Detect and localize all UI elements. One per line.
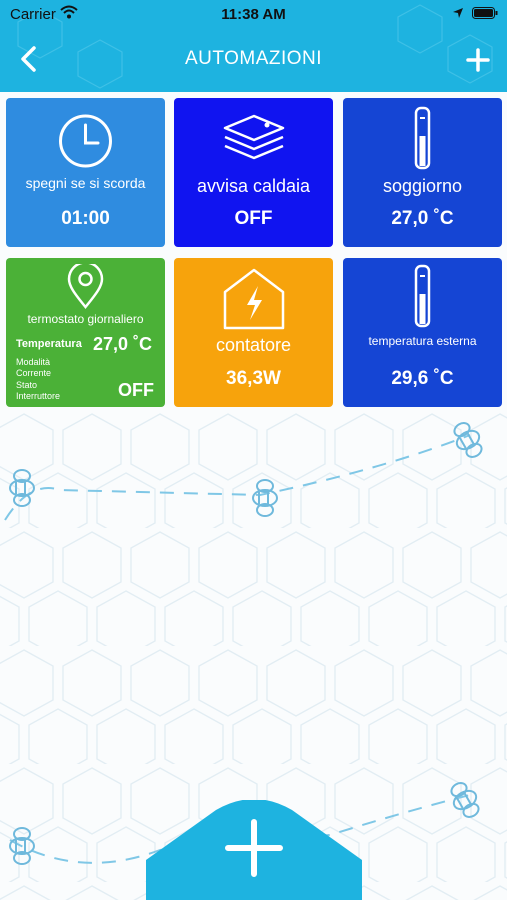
mode-label: Modalità Corrente [16,357,52,378]
switch-label: Stato Interruttore [16,380,61,401]
tile-value: OFF [234,208,273,229]
clock-icon [59,114,112,168]
automation-tile-caldaia[interactable]: avvisa caldaia OFF [174,98,333,247]
automation-tile-esterna[interactable]: temperatura esterna 29,6 ˚C [343,258,502,407]
add-icon[interactable] [464,46,492,74]
battery-icon [472,7,498,19]
house-lightning-icon [223,268,285,330]
tile-label: avvisa caldaia [196,176,311,196]
location-pin-icon [67,264,104,309]
page-title: AUTOMAZIONI [184,48,323,69]
header: Carrier 11:38 AM AUTOMAZIONI [0,0,507,92]
tile-label: temperatura esterna [368,334,477,348]
tile-label: contatore [215,335,292,355]
thermometer-icon [414,264,431,328]
automation-tile-soggiorno[interactable]: soggiorno 27,0 ˚C [343,98,502,247]
automation-tile-spegni[interactable]: spegni se si scorda 01:00 [6,98,165,247]
temperature-value: 27,0 ˚C [93,334,153,354]
temperature-label: Temperatura [16,338,82,350]
tile-value: OFF [118,380,154,400]
thermometer-icon [414,106,431,170]
location-arrow-icon [453,8,463,18]
tile-value: 29,6 ˚C [391,368,454,389]
tile-value: 36,3W [226,368,281,389]
tile-value: 01:00 [61,208,110,229]
automation-tile-contatore[interactable]: contatore 36,3W [174,258,333,407]
tile-value: 27,0 ˚C [391,208,454,229]
tile-label: termostato giornaliero [27,312,144,326]
status-bar: Carrier 11:38 AM [0,0,507,30]
tile-label: soggiorno [382,176,463,196]
tile-label: spegni se si scorda [25,175,146,191]
status-time: 11:38 AM [221,6,286,23]
add-automation-button[interactable] [146,800,362,900]
layers-icon [223,114,285,160]
automation-tile-termostato[interactable]: termostato giornaliero Temperatura 27,0 … [6,258,165,407]
